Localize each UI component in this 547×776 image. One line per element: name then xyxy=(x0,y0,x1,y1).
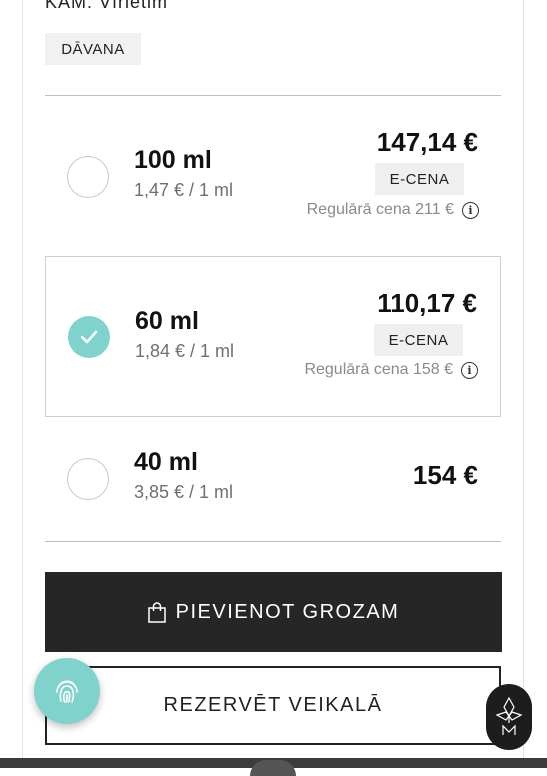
gift-tag[interactable]: DĀVANA xyxy=(45,33,141,65)
card-border-right xyxy=(523,0,524,768)
fingerprint-button[interactable] xyxy=(34,658,100,724)
add-to-cart-label: PIEVIENOT GROZAM xyxy=(175,600,400,623)
radio-checked[interactable] xyxy=(68,316,110,358)
brand-logo-icon xyxy=(495,696,523,735)
regular-price-text: Regulārā cena 158 € xyxy=(304,361,453,378)
add-to-cart-button[interactable]: PIEVIENOT GROZAM xyxy=(45,572,502,652)
e-price-badge: E-CENA xyxy=(374,324,463,356)
size-label: 40 ml xyxy=(134,448,198,476)
radio-unchecked[interactable] xyxy=(67,458,109,500)
recipient-label: KAM: Vīrietim xyxy=(45,0,169,12)
size-label: 60 ml xyxy=(135,307,199,335)
reserve-label: REZERVĒT VEIKALĀ xyxy=(163,694,383,716)
price: 154 € xyxy=(412,460,478,490)
size-label: 100 ml xyxy=(134,146,212,174)
unit-price: 1,47 € / 1 ml xyxy=(134,180,234,200)
info-icon[interactable]: i xyxy=(461,361,478,379)
regular-price-text: Regulārā cena 211 € xyxy=(306,201,454,218)
e-price-badge: E-CENA xyxy=(375,163,464,195)
checkmark-icon xyxy=(80,330,98,344)
card-border-left xyxy=(22,0,23,768)
brand-logo-badge[interactable] xyxy=(486,684,532,750)
info-icon[interactable]: i xyxy=(462,201,479,219)
regular-price: Regulārā cena 211 € i xyxy=(307,201,479,219)
divider-top xyxy=(45,95,501,96)
fingerprint-icon xyxy=(56,680,78,703)
size-option-100ml[interactable]: 100 ml 1,47 € / 1 ml 147,14 € E-CENA Reg… xyxy=(45,100,501,255)
unit-price: 3,85 € / 1 ml xyxy=(134,482,234,502)
price: 147,14 € xyxy=(376,127,478,157)
shopping-bag-icon xyxy=(147,601,166,623)
price: 110,17 € xyxy=(377,288,477,318)
size-option-40ml[interactable]: 40 ml 3,85 € / 1 ml 154 € xyxy=(45,418,501,540)
size-option-60ml[interactable]: 60 ml 1,84 € / 1 ml 110,17 € E-CENA Regu… xyxy=(45,256,501,417)
divider-bottom xyxy=(45,541,501,542)
bottom-bar-handle[interactable] xyxy=(250,760,296,776)
regular-price: Regulārā cena 158 € i xyxy=(304,361,478,379)
unit-price: 1,84 € / 1 ml xyxy=(135,341,235,361)
reserve-in-store-button[interactable]: REZERVĒT VEIKALĀ xyxy=(45,666,501,745)
radio-unchecked[interactable] xyxy=(67,156,109,198)
